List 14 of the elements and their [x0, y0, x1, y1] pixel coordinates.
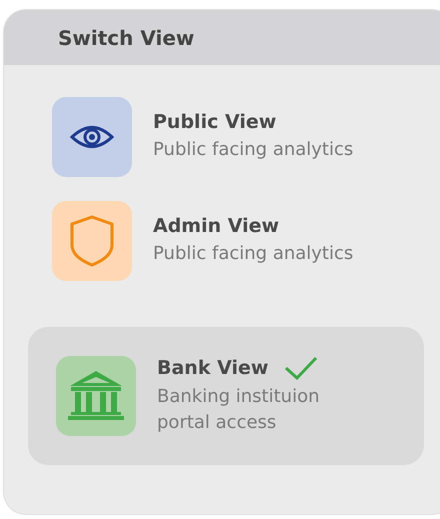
view-title: Admin View [153, 214, 280, 237]
view-title: Public View [153, 110, 276, 133]
view-option[interactable]: Admin View Public facing analytics [28, 201, 424, 281]
shield-icon [69, 215, 115, 267]
eye-icon [70, 124, 114, 150]
view-description: Public facing analytics [153, 242, 354, 266]
view-description: Banking instituion portal access [157, 385, 321, 436]
panel-title: Switch View [58, 26, 194, 50]
view-option[interactable]: Bank View Banking instituion portal access [28, 327, 424, 466]
check-icon [284, 356, 318, 380]
view-title: Bank View [157, 357, 268, 379]
bank-icon [67, 370, 125, 422]
view-description: Public facing analytics [153, 138, 354, 162]
view-option[interactable]: Public View Public facing analytics [28, 97, 424, 177]
